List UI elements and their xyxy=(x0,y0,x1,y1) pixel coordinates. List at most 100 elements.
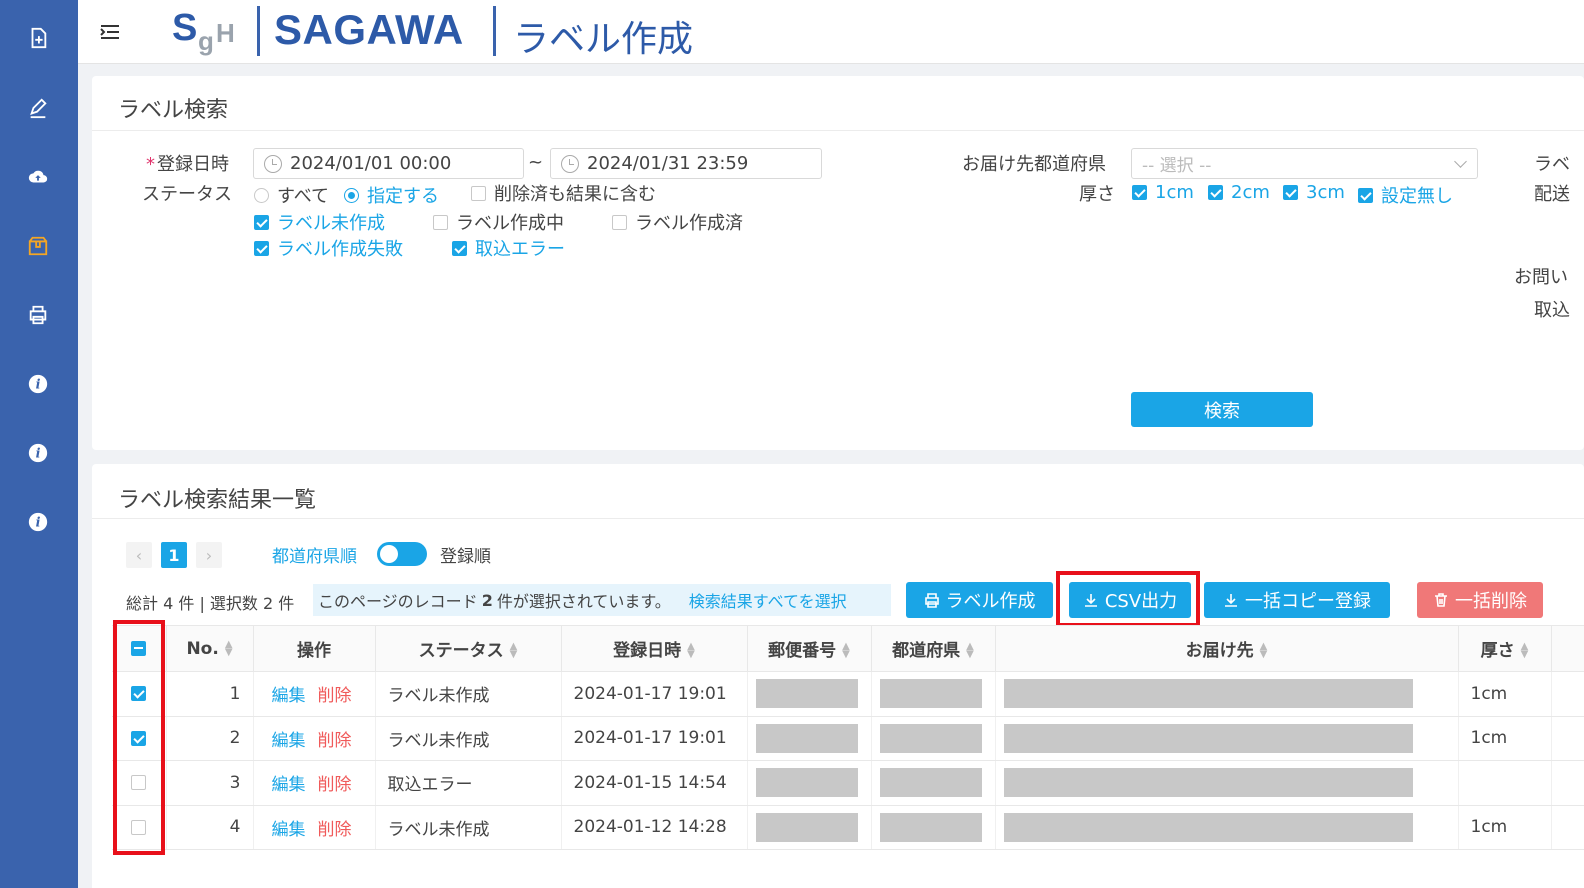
status-checkbox-failed[interactable]: ラベル作成失敗 xyxy=(254,235,403,261)
select-all-checkbox[interactable] xyxy=(131,641,147,656)
selection-msg-text: 件が選択されています。 xyxy=(496,592,671,611)
radio-specify[interactable]: 指定する xyxy=(344,182,439,208)
thickness-2cm-checkbox[interactable]: 2cm xyxy=(1208,182,1270,203)
radio-circle xyxy=(344,187,359,203)
col-header-prefecture[interactable]: 都道府県 ▲ ▼ xyxy=(871,625,996,672)
table-row[interactable]: 2 編集 削除 ラベル未作成 2024-01-17 19:01 1cm xyxy=(112,716,1584,761)
row-no: 3 xyxy=(166,760,254,806)
row-checkbox[interactable] xyxy=(131,775,147,791)
package-box-icon[interactable] xyxy=(22,230,54,262)
menu-toggle-icon[interactable] xyxy=(98,20,122,44)
table-row[interactable]: 3 編集 削除 取込エラー 2024-01-15 14:54 xyxy=(112,760,1584,806)
bulk-copy-register-button[interactable]: 一括コピー登録 xyxy=(1204,582,1390,618)
col-header-postal[interactable]: 郵便番号 ▲ ▼ xyxy=(747,625,872,672)
printer-icon[interactable] xyxy=(22,299,54,331)
info-icon[interactable]: i xyxy=(22,506,54,538)
select-all-results-link[interactable]: 検索結果すべてを選択 xyxy=(689,588,847,612)
selection-count: 2 xyxy=(481,590,493,610)
status-checkbox-created[interactable]: ラベル作成済 xyxy=(612,209,743,235)
include-deleted-checkbox[interactable]: 削除済も結果に含む xyxy=(471,180,656,206)
page-number-button[interactable]: 1 xyxy=(161,542,187,568)
redacted-block xyxy=(1003,723,1413,753)
bulk-delete-button[interactable]: 一括削除 xyxy=(1417,582,1543,618)
sgh-logo: S g H xyxy=(170,4,250,58)
redacted-block xyxy=(879,679,982,709)
redacted-block xyxy=(1003,679,1413,709)
table-row[interactable]: 1 編集 削除 ラベル未作成 2024-01-17 19:01 1cm xyxy=(112,671,1584,717)
col-header-no[interactable]: No. ▲ ▼ xyxy=(166,625,254,672)
prefecture-select[interactable]: -- 選択 -- xyxy=(1131,148,1478,179)
cut-off-label: お問い xyxy=(1514,267,1568,288)
col-header-text: お届け先 xyxy=(1185,641,1254,661)
delete-link[interactable]: 削除 xyxy=(318,731,352,751)
delete-link[interactable]: 削除 xyxy=(318,686,352,706)
table-header-row: No. ▲ ▼ 操作 ステータス ▲ ▼ 登録日時 ▲ ▼ 郵便番号 ▲ ▼ 都道府県 ▲ ▼ お届… xyxy=(112,625,1584,672)
sort-registration-label: 登録順 xyxy=(440,547,491,567)
row-no: 4 xyxy=(166,805,254,850)
row-checkbox[interactable] xyxy=(131,686,147,702)
sort-order-toggle[interactable] xyxy=(377,542,427,566)
date-from-value: 2024/01/01 00:00 xyxy=(290,153,452,174)
status-label-text: ラベル作成済 xyxy=(635,213,743,234)
cloud-upload-icon[interactable] xyxy=(22,161,54,193)
pref-label: お届け先都道府県 xyxy=(962,154,1106,175)
new-document-icon[interactable] xyxy=(22,22,54,54)
col-header-thickness[interactable]: 厚さ ▲ ▼ xyxy=(1458,625,1552,672)
thickness-3cm-checkbox[interactable]: 3cm xyxy=(1283,182,1345,203)
selection-msg-text: このページのレコード xyxy=(318,592,478,611)
svg-text:i: i xyxy=(36,378,41,393)
clock-icon xyxy=(561,154,579,173)
edit-link[interactable]: 編集 xyxy=(272,686,306,706)
date-to-input[interactable]: 2024/01/31 23:59 xyxy=(550,148,822,179)
col-header-destination[interactable]: お届け先 ▲ ▼ xyxy=(995,625,1459,672)
thickness-none-checkbox[interactable]: 設定無し xyxy=(1358,182,1453,208)
create-label-button[interactable]: ラベル作成 xyxy=(906,582,1053,618)
edit-link[interactable]: 編集 xyxy=(272,731,306,751)
results-panel: ラベル検索結果一覧 ‹ 1 › 都道府県順 登録順 総計 4 件 | 選択数 2… xyxy=(92,464,1584,888)
sidebar: i i i xyxy=(0,0,78,888)
row-thickness: 1cm xyxy=(1458,716,1552,761)
row-actions: 編集 削除 xyxy=(253,716,376,761)
table-row[interactable]: 4 編集 削除 ラベル未作成 2024-01-12 14:28 1cm xyxy=(112,805,1584,850)
edit-link[interactable]: 編集 xyxy=(272,820,306,840)
date-from-input[interactable]: 2024/01/01 00:00 xyxy=(253,148,524,179)
svg-text:S: S xyxy=(172,7,197,49)
sort-icon: ▲ ▼ xyxy=(224,638,233,658)
svg-text:i: i xyxy=(36,516,41,531)
edit-link[interactable]: 編集 xyxy=(272,775,306,795)
svg-text:i: i xyxy=(36,447,41,462)
csv-export-button-text: CSV出力 xyxy=(1104,591,1178,612)
search-button[interactable]: 検索 xyxy=(1131,392,1313,427)
col-header-reg-date[interactable]: 登録日時 ▲ ▼ xyxy=(561,625,748,672)
thickness-1cm-checkbox[interactable]: 1cm xyxy=(1132,182,1194,203)
csv-export-button[interactable]: CSV出力 xyxy=(1069,582,1191,618)
prev-page-button[interactable]: ‹ xyxy=(126,542,152,568)
next-page-button[interactable]: › xyxy=(196,542,222,568)
row-postal xyxy=(747,716,872,761)
row-destination xyxy=(995,805,1459,850)
results-panel-title: ラベル検索結果一覧 xyxy=(118,488,317,513)
status-checkbox-import-error[interactable]: 取込エラー xyxy=(452,235,565,261)
radio-specify-label: 指定する xyxy=(367,186,439,207)
row-checkbox-cell[interactable] xyxy=(112,671,167,717)
delete-link[interactable]: 削除 xyxy=(318,820,352,840)
chevron-down-icon xyxy=(1454,155,1467,168)
pen-edit-icon[interactable] xyxy=(22,92,54,124)
row-checkbox[interactable] xyxy=(131,819,147,835)
status-checkbox-creating[interactable]: ラベル作成中 xyxy=(433,209,564,235)
status-checkbox-not-created[interactable]: ラベル未作成 xyxy=(254,209,385,235)
col-header-status[interactable]: ステータス ▲ ▼ xyxy=(375,625,562,672)
row-overflow xyxy=(1551,760,1584,806)
delete-link[interactable]: 削除 xyxy=(318,775,352,795)
row-checkbox-cell[interactable] xyxy=(112,760,167,806)
row-checkbox[interactable] xyxy=(131,730,147,746)
row-checkbox-cell[interactable] xyxy=(112,805,167,850)
select-all-checkbox-cell[interactable] xyxy=(112,625,167,672)
row-checkbox-cell[interactable] xyxy=(112,716,167,761)
info-icon[interactable]: i xyxy=(22,437,54,469)
checkbox-box xyxy=(433,214,448,230)
info-icon[interactable]: i xyxy=(22,368,54,400)
sort-prefecture-label: 都道府県順 xyxy=(272,547,357,567)
printer-icon xyxy=(924,593,939,608)
radio-all[interactable]: すべて xyxy=(254,182,329,208)
